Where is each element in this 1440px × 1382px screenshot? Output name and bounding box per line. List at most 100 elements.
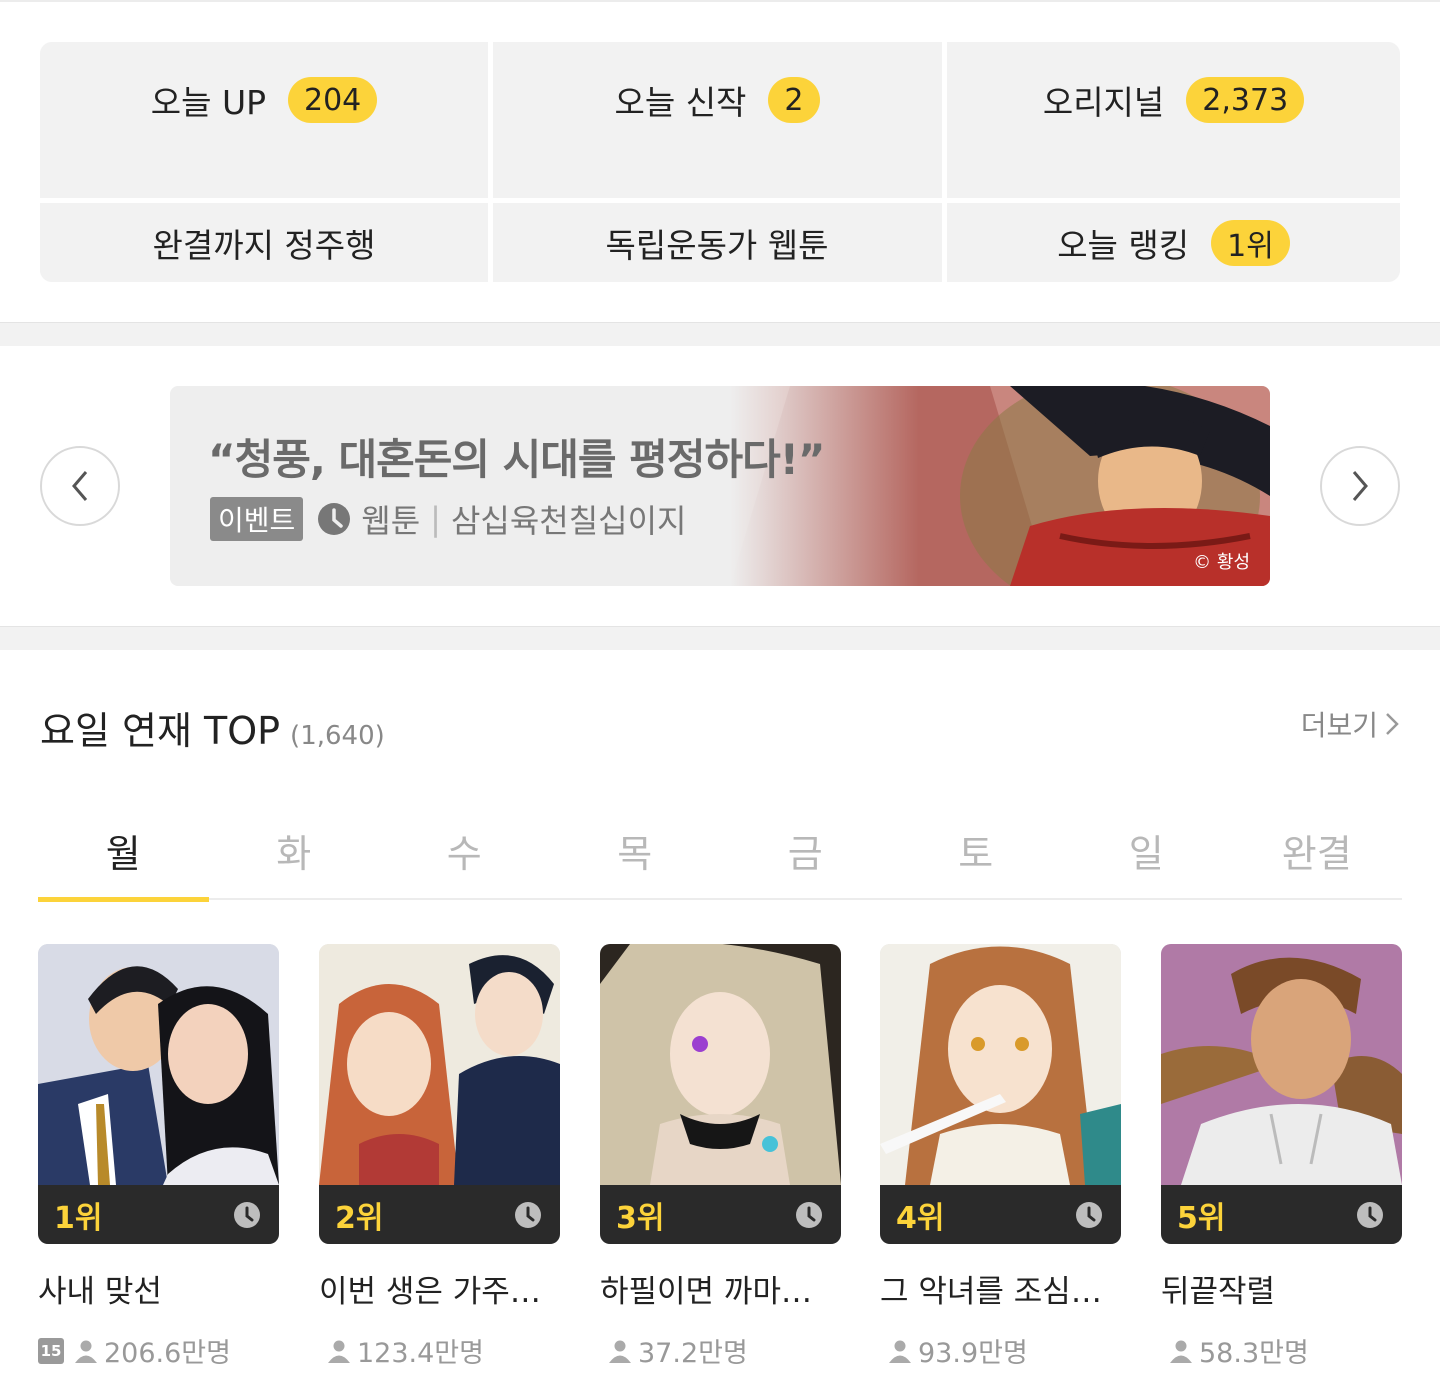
quick-menu: 오늘 UP 204 오늘 신작 2 오리지널 2,373 완결까지 정주행 독립… bbox=[40, 42, 1400, 282]
rank-label: 5위 bbox=[1177, 1200, 1226, 1236]
quick-label: 오리지널 bbox=[1042, 83, 1165, 122]
section-separator bbox=[0, 322, 1440, 346]
quick-label: 오늘 랭킹 bbox=[1057, 225, 1190, 265]
webtoon-title: 하필이면 까마… bbox=[600, 1274, 812, 1310]
section-separator bbox=[0, 626, 1440, 650]
person-icon bbox=[328, 1340, 350, 1363]
quick-today-new[interactable]: 오늘 신작 2 bbox=[493, 42, 941, 158]
event-banner[interactable]: “청풍, 대혼돈의 시대를 평정하다!” 이벤트 웹툰 | 삼십육천칠십이지 ©… bbox=[170, 386, 1270, 586]
chevron-right-icon bbox=[1352, 471, 1368, 501]
webtoon-thumbnail: 2위 bbox=[319, 944, 560, 1244]
tab-friday[interactable]: 금 bbox=[720, 800, 891, 900]
clock-icon bbox=[796, 1201, 822, 1228]
view-count: 37.2만명 bbox=[638, 1338, 748, 1369]
rank-label: 2위 bbox=[335, 1200, 384, 1236]
tab-saturday[interactable]: 토 bbox=[891, 800, 1062, 900]
view-count: 206.6만명 bbox=[104, 1338, 231, 1369]
cover-image bbox=[38, 944, 279, 1185]
person-icon bbox=[1170, 1340, 1192, 1363]
clock-icon bbox=[1357, 1201, 1383, 1228]
quick-today-ranking[interactable]: 오늘 랭킹 1위 bbox=[947, 203, 1400, 282]
rank-label: 4위 bbox=[896, 1200, 945, 1236]
quick-label: 오늘 UP bbox=[150, 83, 266, 122]
webtoon-thumbnail: 1위 bbox=[38, 944, 279, 1244]
webtoon-thumbnail: 3위 bbox=[600, 944, 841, 1244]
banner-meta: 이벤트 웹툰 | 삼십육천칠십이지 bbox=[210, 496, 686, 542]
webtoon-thumbnail: 4위 bbox=[880, 944, 1121, 1244]
clock-icon bbox=[318, 503, 351, 535]
banner-title: “청풍, 대혼돈의 시대를 평정하다!” bbox=[208, 435, 826, 484]
banner-prev-button[interactable] bbox=[40, 446, 120, 526]
quick-today-up[interactable]: 오늘 UP 204 bbox=[40, 42, 488, 158]
quick-label: 완결까지 정주행 bbox=[152, 225, 376, 265]
grid-divider bbox=[40, 198, 1400, 203]
clock-icon bbox=[234, 1201, 260, 1228]
tab-sunday[interactable]: 일 bbox=[1061, 800, 1232, 900]
cover-image bbox=[880, 944, 1121, 1185]
tab-wednesday[interactable]: 수 bbox=[379, 800, 550, 900]
webtoon-card[interactable]: 5위 뒤끝작렬 58.3만명 bbox=[1161, 944, 1402, 1370]
count-badge: 2,373 bbox=[1186, 77, 1305, 123]
event-tag: 이벤트 bbox=[210, 497, 304, 541]
banner-credit: © 황성 bbox=[1193, 552, 1250, 573]
meta-separator: | bbox=[430, 500, 441, 538]
webtoon-meta: 58.3만명 bbox=[1161, 1331, 1402, 1370]
tab-thursday[interactable]: 목 bbox=[550, 800, 721, 900]
view-count: 93.9만명 bbox=[918, 1338, 1028, 1369]
grid-divider bbox=[942, 42, 947, 282]
quick-completed-binge[interactable]: 완결까지 정주행 bbox=[40, 203, 488, 282]
more-link[interactable]: 더보기 bbox=[1301, 704, 1400, 744]
tab-monday[interactable]: 월 bbox=[38, 800, 209, 902]
webtoon-meta: 123.4만명 bbox=[319, 1331, 560, 1370]
webtoon-title: 뒤끝작렬 bbox=[1161, 1274, 1276, 1310]
clock-icon bbox=[515, 1201, 541, 1228]
person-icon bbox=[75, 1340, 97, 1363]
webtoon-meta: 15 206.6만명 bbox=[38, 1331, 279, 1370]
cover-image bbox=[1161, 944, 1402, 1185]
banner-next-button[interactable] bbox=[1320, 446, 1400, 526]
grid-divider bbox=[488, 42, 493, 282]
age-rating-badge: 15 bbox=[38, 1337, 64, 1364]
webtoon-meta: 93.9만명 bbox=[880, 1331, 1121, 1370]
tab-completed[interactable]: 완결 bbox=[1232, 800, 1403, 900]
webtoon-meta: 37.2만명 bbox=[600, 1331, 841, 1370]
count-badge: 2 bbox=[768, 77, 820, 123]
more-label: 더보기 bbox=[1300, 709, 1378, 742]
webtoon-thumbnail: 5위 bbox=[1161, 944, 1402, 1244]
webtoon-title: 사내 맞선 bbox=[38, 1274, 162, 1310]
person-icon bbox=[889, 1340, 911, 1363]
quick-original[interactable]: 오리지널 2,373 bbox=[947, 42, 1400, 158]
view-count: 58.3만명 bbox=[1199, 1338, 1309, 1369]
rank-bar: 3위 bbox=[600, 1185, 841, 1244]
rank-label: 1위 bbox=[54, 1200, 103, 1236]
person-icon bbox=[609, 1340, 631, 1363]
clock-icon bbox=[1076, 1201, 1102, 1228]
section-count: (1,640) bbox=[290, 721, 385, 751]
webtoon-card[interactable]: 3위 하필이면 까마… 37.2만명 bbox=[600, 944, 841, 1370]
weekday-tabs: 월 화 수 목 금 토 일 완결 bbox=[38, 800, 1403, 902]
tab-tuesday[interactable]: 화 bbox=[209, 800, 380, 900]
section-title-text: 요일 연재 TOP bbox=[40, 709, 281, 753]
section-title: 요일 연재 TOP (1,640) bbox=[40, 700, 385, 755]
quick-independence-webtoon[interactable]: 독립운동가 웹툰 bbox=[493, 203, 941, 282]
webtoon-title: 이번 생은 가주… bbox=[319, 1274, 541, 1310]
quick-label: 오늘 신작 bbox=[614, 83, 747, 122]
webtoon-card[interactable]: 2위 이번 생은 가주… 123.4만명 bbox=[319, 944, 560, 1370]
rank-badge: 1위 bbox=[1211, 219, 1290, 266]
rank-label: 3위 bbox=[616, 1200, 665, 1236]
rank-bar: 1위 bbox=[38, 1185, 279, 1244]
webtoon-card[interactable]: 4위 그 악녀를 조심… 93.9만명 bbox=[880, 944, 1121, 1370]
rank-bar: 5위 bbox=[1161, 1185, 1402, 1244]
count-badge: 204 bbox=[288, 77, 378, 123]
banner-category: 웹툰 bbox=[361, 502, 421, 540]
rank-bar: 4위 bbox=[880, 1185, 1121, 1244]
webtoon-title: 그 악녀를 조심… bbox=[880, 1274, 1102, 1310]
cover-image bbox=[319, 944, 560, 1185]
chevron-left-icon bbox=[72, 471, 88, 501]
top-divider bbox=[0, 0, 1440, 2]
webtoon-card[interactable]: 1위 사내 맞선 15 206.6만명 bbox=[38, 944, 279, 1370]
view-count: 123.4만명 bbox=[357, 1338, 484, 1369]
cover-image bbox=[600, 944, 841, 1185]
banner-author: 삼십육천칠십이지 bbox=[450, 502, 687, 540]
quick-label: 독립운동가 웹툰 bbox=[605, 225, 829, 265]
